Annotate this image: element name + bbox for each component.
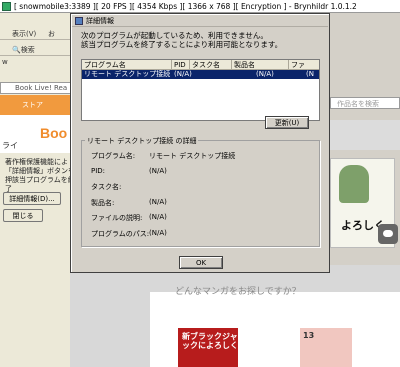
- dialog-icon: [75, 16, 83, 25]
- app-icon: [2, 1, 11, 11]
- cell-pid: (N/A): [174, 70, 192, 78]
- search-icon: 🔍: [12, 46, 21, 54]
- cell-file: (N: [306, 70, 314, 78]
- message-line-1: 次のプログラムが起動しているため、利用できません。: [81, 31, 268, 40]
- program-list[interactable]: プログラム名 PID タスク名 製品名 ファ リモート デスクトップ接続 (N/…: [81, 59, 320, 121]
- value-product-name: (N/A): [149, 198, 167, 206]
- label-file-description: ファイルの説明:: [91, 214, 143, 222]
- store-nav-bar[interactable]: ストア: [0, 95, 80, 115]
- browser-tab[interactable]: Book Live! Rea: [0, 82, 80, 94]
- manga-cover-13[interactable]: 13: [300, 328, 352, 367]
- details-button[interactable]: 詳細情報(D)...: [3, 192, 61, 205]
- cover1-title: 新ブラックジャックによろしく: [182, 332, 238, 350]
- cloud-download-icon[interactable]: [378, 224, 398, 244]
- column-product-name[interactable]: 製品名: [232, 60, 289, 70]
- details-group-title: リモート デスクトップ接続 の詳細: [85, 136, 199, 146]
- ok-button[interactable]: OK: [179, 256, 223, 269]
- column-pid[interactable]: PID: [172, 60, 190, 70]
- value-program-path: (N/A): [149, 229, 167, 237]
- address-bar[interactable]: w: [2, 58, 8, 66]
- label-pid: PID:: [91, 167, 106, 175]
- label-task-name: タスク名:: [91, 183, 122, 191]
- column-task-name[interactable]: タスク名: [190, 60, 232, 70]
- value-file-description: (N/A): [149, 213, 167, 221]
- manga-character-image: [339, 165, 369, 203]
- cell-product: (N/A): [256, 70, 274, 78]
- details-dialog: 詳細情報 次のプログラムが起動しているため、利用できません。 該当プログラムを終…: [70, 13, 330, 273]
- left-text-fragment: ライ: [2, 141, 18, 150]
- browser-tab-label: Book Live! Rea: [15, 84, 68, 92]
- list-header: プログラム名 PID タスク名 製品名 ファ: [82, 60, 319, 70]
- label-program-name: プログラム名:: [91, 152, 136, 160]
- booklive-logo-text: Boo: [40, 125, 68, 141]
- label-program-path: プログラムのパス:: [91, 230, 150, 238]
- column-program-name[interactable]: プログラム名: [82, 60, 172, 70]
- label-product-name: 製品名:: [91, 199, 115, 207]
- gray-banner: [330, 120, 400, 150]
- cover2-title: 13: [303, 331, 315, 340]
- cell-program: リモート デスクトップ接続: [84, 70, 171, 78]
- dialog-title: 詳細情報: [86, 16, 114, 25]
- search-placeholder: 作品名を検索: [337, 100, 379, 108]
- rdp-window-title-bar[interactable]: [ snowmobile3:3389 ][ 20 FPS ][ 4354 Kbp…: [0, 0, 400, 13]
- cell-task: [202, 70, 232, 79]
- store-label: ストア: [22, 101, 43, 109]
- menu-favorites[interactable]: お: [48, 29, 55, 39]
- rdp-window-title: [ snowmobile3:3389 ][ 20 FPS ][ 4354 Kbp…: [14, 1, 357, 11]
- refresh-button[interactable]: 更新(U): [265, 116, 309, 129]
- message-line-2: 該当プログラムを終了することにより利用可能となります。: [81, 40, 283, 49]
- list-row-selected[interactable]: リモート デスクトップ接続 (N/A) (N/A) (N: [82, 70, 319, 79]
- title-search-input[interactable]: 作品名を検索: [330, 97, 400, 109]
- column-file[interactable]: ファ: [289, 60, 319, 70]
- search-button[interactable]: 🔍検索: [12, 45, 35, 55]
- close-button[interactable]: 閉じる: [3, 209, 43, 222]
- protection-message: 著作権保護機能によ「詳細情報」ボタンを押該当プログラムを終了: [5, 158, 75, 193]
- value-pid: (N/A): [149, 167, 167, 175]
- dialog-title-bar[interactable]: 詳細情報: [72, 15, 328, 27]
- menu-view[interactable]: 表示(V): [12, 29, 36, 39]
- value-program-name: リモート デスクトップ接続: [149, 152, 236, 160]
- dialog-message: 次のプログラムが起動しているため、利用できません。 該当プログラムを終了すること…: [81, 31, 282, 49]
- manga-cover-black-jack[interactable]: 新ブラックジャックによろしく: [178, 328, 238, 367]
- search-prompt-text: どんなマンガをお探しですか？: [175, 287, 301, 297]
